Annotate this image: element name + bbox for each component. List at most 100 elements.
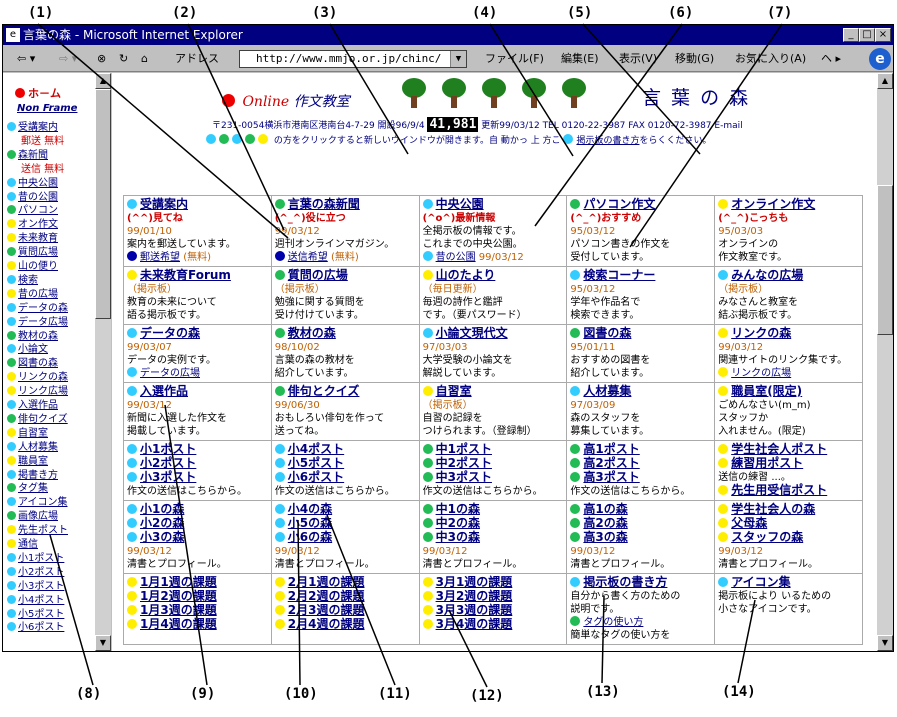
sidebar-noframe-link[interactable]: Non Frame bbox=[17, 103, 77, 114]
maximize-button[interactable]: □ bbox=[859, 28, 875, 42]
cell-list-link[interactable]: 学生社会人ポスト bbox=[731, 442, 827, 456]
sidebar-item-label[interactable]: 小6ポスト bbox=[18, 622, 64, 633]
cell-sub-link[interactable]: 送信希望 bbox=[288, 252, 328, 263]
menu-go[interactable]: 移動(G) bbox=[675, 50, 714, 68]
sidebar-scrollbar[interactable]: ▲ ▼ bbox=[95, 73, 111, 651]
cell-list-link[interactable]: 3月1週の課題 bbox=[436, 575, 513, 589]
cell-title-link[interactable]: データの森 bbox=[140, 326, 200, 340]
scroll-up-icon[interactable]: ▲ bbox=[877, 73, 893, 89]
forward-button[interactable]: ⇨ ▾ bbox=[59, 50, 77, 68]
cell-title-link[interactable]: 質問の広場 bbox=[288, 268, 348, 282]
scroll-thumb[interactable] bbox=[95, 89, 111, 319]
cell-list-link[interactable]: 中1ポスト bbox=[436, 442, 492, 456]
sidebar-item-label[interactable]: データの森 bbox=[18, 303, 68, 314]
sidebar-item[interactable]: タグ集 bbox=[7, 482, 48, 495]
sidebar-item-label[interactable]: パソコン bbox=[18, 205, 58, 216]
scroll-down-icon[interactable]: ▼ bbox=[877, 635, 893, 651]
sidebar-item[interactable]: 教材の森 bbox=[7, 330, 58, 343]
sidebar-item[interactable]: 自習室 bbox=[7, 427, 48, 440]
cell-title-link[interactable]: 言葉の森新聞 bbox=[288, 197, 360, 211]
cell-list-link[interactable]: 高1ポスト bbox=[583, 442, 639, 456]
cell-title-link[interactable]: 掲示板の書き方 bbox=[583, 575, 667, 589]
sidebar-item[interactable]: 未来教育 bbox=[7, 232, 58, 245]
scroll-thumb[interactable] bbox=[877, 185, 893, 335]
sidebar-item[interactable]: 小4ポスト bbox=[7, 594, 64, 607]
sidebar-item[interactable]: 受講案内 bbox=[7, 121, 58, 134]
cell-list-link[interactable]: 高3の森 bbox=[583, 530, 627, 544]
menu-help[interactable]: ヘ ▸ bbox=[821, 50, 841, 68]
cell-list-link[interactable]: 1月2週の課題 bbox=[140, 589, 217, 603]
sidebar-item-label[interactable]: タグ集 bbox=[18, 483, 48, 494]
sidebar-item[interactable]: 検索 bbox=[7, 274, 38, 287]
cell-title-link[interactable]: アイコン集 bbox=[731, 575, 790, 589]
sidebar-item-label[interactable]: 森新聞 bbox=[18, 150, 48, 161]
sidebar-item-label[interactable]: 入選作品 bbox=[18, 400, 58, 411]
stop-icon[interactable]: ⊗ bbox=[97, 50, 106, 68]
cell-sub-link[interactable]: 郵送希望 bbox=[140, 252, 180, 263]
sidebar-item-label[interactable]: 人材募集 bbox=[18, 442, 58, 453]
sidebar-item[interactable]: 森新聞 bbox=[7, 149, 48, 162]
sidebar-item[interactable]: 小1ポスト bbox=[7, 552, 64, 565]
cell-title-link[interactable]: 未来教育Forum bbox=[140, 268, 231, 282]
menu-file[interactable]: ファイル(F) bbox=[485, 50, 544, 68]
cell-sub-link[interactable]: データの広場 bbox=[140, 368, 200, 379]
sidebar-item[interactable]: 入選作品 bbox=[7, 399, 58, 412]
cell-list-link[interactable]: 小2の森 bbox=[140, 516, 184, 530]
cell-title-link[interactable]: 検索コーナー bbox=[583, 268, 655, 282]
cell-list-link[interactable]: 2月2週の課題 bbox=[288, 589, 365, 603]
sidebar-item-label[interactable]: 先生ポスト bbox=[18, 525, 68, 536]
sidebar-item-label[interactable]: アイコン集 bbox=[18, 497, 68, 508]
cell-list-link[interactable]: 2月4週の課題 bbox=[288, 617, 365, 631]
sidebar-item[interactable]: 山の便り bbox=[7, 260, 58, 273]
sidebar-item-label[interactable]: オン作文 bbox=[18, 219, 58, 230]
sidebar-item[interactable]: データ広場 bbox=[7, 316, 68, 329]
address-bar[interactable]: http://www.mmjo.or.jp/chinc/ ▼ bbox=[239, 50, 467, 68]
home-icon[interactable]: ⌂ bbox=[141, 50, 148, 68]
sidebar-item[interactable]: 小論文 bbox=[7, 343, 48, 356]
cell-list-link[interactable]: 小6の森 bbox=[288, 530, 332, 544]
menu-view[interactable]: 表示(V) bbox=[619, 50, 657, 68]
sidebar-item[interactable]: 図書の森 bbox=[7, 357, 58, 370]
sidebar-item[interactable]: アイコン集 bbox=[7, 496, 68, 509]
sidebar-item-label[interactable]: 小2ポスト bbox=[18, 567, 64, 578]
sidebar-item-label[interactable]: 通信 bbox=[18, 539, 38, 550]
sidebar-item[interactable]: 質問広場 bbox=[7, 246, 58, 259]
cell-title-link[interactable]: 職員室(限定) bbox=[731, 384, 802, 398]
cell-list-link[interactable]: 小1ポスト bbox=[140, 442, 196, 456]
cell-list-link[interactable]: 小5ポスト bbox=[288, 456, 344, 470]
cell-list-link[interactable]: 中2ポスト bbox=[436, 456, 492, 470]
sidebar-item-label[interactable]: 俳句クイズ bbox=[18, 414, 68, 425]
sidebar-item-label[interactable]: 山の便り bbox=[18, 261, 58, 272]
scroll-up-icon[interactable]: ▲ bbox=[95, 73, 111, 89]
cell-list-link[interactable]: 3月3週の課題 bbox=[436, 603, 513, 617]
sidebar-item-label[interactable]: 自習室 bbox=[18, 428, 48, 439]
cell-list-link[interactable]: 2月1週の課題 bbox=[288, 575, 365, 589]
cell-list-link[interactable]: 学生社会人の森 bbox=[731, 502, 815, 516]
cell-list-link[interactable]: 小2ポスト bbox=[140, 456, 196, 470]
notice-link[interactable]: 掲示板の書き方 bbox=[576, 136, 639, 146]
scroll-down-icon[interactable]: ▼ bbox=[95, 635, 111, 651]
cell-title-link[interactable]: リンクの森 bbox=[731, 326, 791, 340]
sidebar-item-label[interactable]: 昔の広場 bbox=[18, 289, 58, 300]
sidebar-item[interactable]: 昔の広場 bbox=[7, 288, 58, 301]
main-scrollbar[interactable]: ▲ ▼ bbox=[877, 73, 893, 651]
cell-sub-link[interactable]: タグの使い方 bbox=[583, 617, 643, 628]
cell-title-link[interactable]: 俳句とクイズ bbox=[288, 384, 360, 398]
cell-title-link[interactable]: 自習室 bbox=[436, 384, 472, 398]
sidebar-item-label[interactable]: 教材の森 bbox=[18, 331, 58, 342]
cell-list-link[interactable]: 小3ポスト bbox=[140, 470, 196, 484]
sidebar-item-label[interactable]: 小3ポスト bbox=[18, 581, 64, 592]
cell-list-link[interactable]: 小1の森 bbox=[140, 502, 184, 516]
sidebar-item[interactable]: 小2ポスト bbox=[7, 566, 64, 579]
cell-title-link[interactable]: パソコン作文 bbox=[583, 197, 655, 211]
cell-sub-link[interactable]: 昔の公園 bbox=[436, 252, 476, 263]
cell-list-link[interactable]: 小6ポスト bbox=[288, 470, 344, 484]
cell-list-link[interactable]: 高3ポスト bbox=[583, 470, 639, 484]
sidebar-home[interactable]: ホ－ム bbox=[15, 85, 61, 101]
sidebar-item[interactable]: 職員室 bbox=[7, 455, 48, 468]
menu-edit[interactable]: 編集(E) bbox=[561, 50, 599, 68]
sidebar-item-label[interactable]: 小5ポスト bbox=[18, 609, 64, 620]
cell-list-link[interactable]: 1月4週の課題 bbox=[140, 617, 217, 631]
cell-title-link[interactable]: 入選作品 bbox=[140, 384, 188, 398]
sidebar-item-label[interactable]: リンク広場 bbox=[18, 386, 68, 397]
